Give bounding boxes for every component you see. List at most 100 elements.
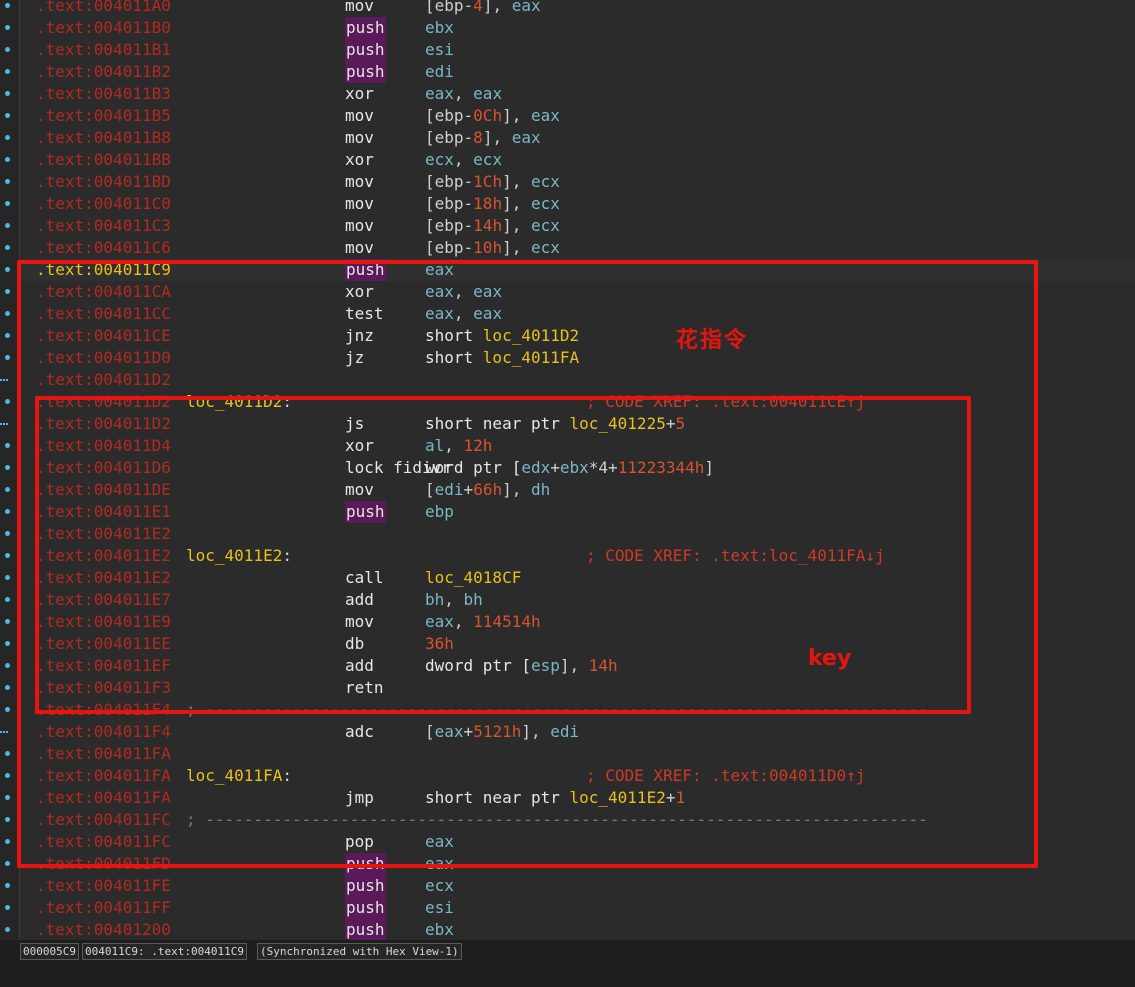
listing-line[interactable]: .text:004011FF push esi (20, 897, 1135, 919)
instruction-operands[interactable]: ebx (425, 17, 454, 39)
line-address[interactable]: .text:004011FA (36, 787, 171, 809)
listing-line[interactable]: .text:004011D2 js short near ptr loc_40122… (20, 413, 1135, 435)
line-address[interactable]: .text:004011D6 (36, 457, 171, 479)
listing-line[interactable]: .text:004011DE mov [edi+66h], dh (20, 479, 1135, 501)
listing-line[interactable]: .text:004011CE jnz short loc_4011D2 (20, 325, 1135, 347)
line-address[interactable]: .text:004011E2 (36, 545, 171, 567)
instruction-mnemonic[interactable]: mov (345, 479, 374, 501)
listing-line[interactable]: .text:004011B5 mov [ebp-0Ch], eax (20, 105, 1135, 127)
instruction-operands[interactable]: short loc_4011FA (425, 347, 579, 369)
line-address[interactable]: .text:004011FA (36, 765, 171, 787)
line-address[interactable]: .text:004011B3 (36, 83, 171, 105)
instruction-mnemonic[interactable]: mov (345, 193, 374, 215)
listing-line[interactable]: .text:004011E7 add bh, bh (20, 589, 1135, 611)
line-address[interactable]: .text:004011BD (36, 171, 171, 193)
line-address[interactable]: .text:004011B8 (36, 127, 171, 149)
line-address[interactable]: .text:004011FD (36, 853, 171, 875)
line-address[interactable]: .text:004011B1 (36, 39, 171, 61)
code-label[interactable]: loc_4011D2: (186, 391, 292, 413)
listing-line[interactable]: .text:004011B3 xor eax, eax (20, 83, 1135, 105)
line-address[interactable]: .text:004011C6 (36, 237, 171, 259)
instruction-operands[interactable]: [edi+66h], dh (425, 479, 550, 501)
listing-line[interactable]: .text:004011FC ; ------------------------… (20, 809, 1135, 831)
listing-line[interactable]: .text:004011FC pop eax (20, 831, 1135, 853)
instruction-operands[interactable]: eax, eax (425, 281, 502, 303)
line-address[interactable]: .text:004011A0 (36, 0, 171, 17)
line-address[interactable]: .text:004011E2 (36, 567, 171, 589)
instruction-mnemonic[interactable]: mov (345, 105, 374, 127)
instruction-operands[interactable]: ecx (425, 875, 454, 897)
listing-line[interactable]: .text:004011E2 (20, 523, 1135, 545)
instruction-operands[interactable]: [ebp-18h], ecx (425, 193, 560, 215)
listing-line[interactable]: .text:004011FD push eax (20, 853, 1135, 875)
listing-line[interactable]: .text:004011D4 xor al, 12h (20, 435, 1135, 457)
listing-line[interactable]: .text:004011FA jmp short near ptr loc_4011… (20, 787, 1135, 809)
listing-line[interactable]: .text:004011D2 loc_4011D2: ; CODE XREF: .t… (20, 391, 1135, 413)
instruction-mnemonic[interactable]: test (345, 303, 384, 325)
line-address[interactable]: .text:004011E1 (36, 501, 171, 523)
listing-line[interactable]: .text:004011E9 mov eax, 114514h (20, 611, 1135, 633)
code-label[interactable]: loc_4011E2: (186, 545, 292, 567)
instruction-operands[interactable]: eax (425, 831, 454, 853)
listing-line[interactable]: .text:004011C0 mov [ebp-18h], ecx (20, 193, 1135, 215)
instruction-mnemonic[interactable]: db (345, 633, 364, 655)
instruction-mnemonic[interactable]: mov (345, 611, 374, 633)
instruction-operands[interactable]: short loc_4011D2 (425, 325, 579, 347)
instruction-operands[interactable]: [ebp-10h], ecx (425, 237, 560, 259)
instruction-operands[interactable]: eax (425, 853, 454, 875)
instruction-operands[interactable]: loc_4018CF (425, 567, 521, 589)
instruction-mnemonic[interactable]: mov (345, 0, 374, 17)
instruction-mnemonic[interactable]: call (345, 567, 384, 589)
instruction-operands[interactable]: 36h (425, 633, 454, 655)
instruction-operands[interactable]: [ebp-14h], ecx (425, 215, 560, 237)
instruction-mnemonic[interactable]: mov (345, 215, 374, 237)
listing-line[interactable]: .text:00401200 push ebx (20, 919, 1135, 940)
instruction-operands[interactable]: word ptr [edx+ebx*4+11223344h] (425, 457, 714, 479)
instruction-operands[interactable]: esi (425, 897, 454, 919)
line-address[interactable]: .text:004011F4 (36, 699, 171, 721)
listing-line[interactable]: .text:004011BB xor ecx, ecx (20, 149, 1135, 171)
instruction-mnemonic[interactable]: push (345, 853, 386, 875)
instruction-operands[interactable]: [ebp-8], eax (425, 127, 541, 149)
listing-line[interactable]: .text:004011F4 ; ------------------------… (20, 699, 1135, 721)
line-address[interactable]: .text:004011C3 (36, 215, 171, 237)
line-address[interactable]: .text:004011B5 (36, 105, 171, 127)
line-address[interactable]: .text:004011E7 (36, 589, 171, 611)
line-address[interactable]: .text:004011FC (36, 831, 171, 853)
instruction-mnemonic[interactable]: mov (345, 237, 374, 259)
instruction-mnemonic[interactable]: xor (345, 435, 374, 457)
listing-line[interactable]: .text:004011FA (20, 743, 1135, 765)
instruction-operands[interactable]: eax, 114514h (425, 611, 541, 633)
instruction-mnemonic[interactable]: push (345, 39, 386, 61)
instruction-operands[interactable]: dword ptr [esp], 14h (425, 655, 618, 677)
line-address[interactable]: .text:004011D2 (36, 391, 171, 413)
listing-line[interactable]: .text:004011FE push ecx (20, 875, 1135, 897)
line-address[interactable]: .text:004011E9 (36, 611, 171, 633)
instruction-operands[interactable]: short near ptr loc_4011E2+1 (425, 787, 685, 809)
listing-line[interactable]: .text:004011D0 jz short loc_4011FA (20, 347, 1135, 369)
listing-line[interactable]: .text:004011B1 push esi (20, 39, 1135, 61)
line-address[interactable]: .text:004011D2 (36, 413, 171, 435)
instruction-mnemonic[interactable]: push (345, 17, 386, 39)
instruction-mnemonic[interactable]: push (345, 875, 386, 897)
listing-line[interactable]: .text:004011D2 (20, 369, 1135, 391)
instruction-mnemonic[interactable]: pop (345, 831, 374, 853)
line-address[interactable]: .text:004011FE (36, 875, 171, 897)
instruction-operands[interactable]: eax, eax (425, 303, 502, 325)
instruction-operands[interactable]: [eax+5121h], edi (425, 721, 579, 743)
instruction-operands[interactable]: short near ptr loc_401225+5 (425, 413, 685, 435)
line-address[interactable]: .text:004011B0 (36, 17, 171, 39)
disassembly-listing[interactable]: .text:004011A0 mov [ebp-4], eax .text:00401… (20, 0, 1135, 940)
listing-line[interactable]: .text:004011A0 mov [ebp-4], eax (20, 0, 1135, 17)
line-address[interactable]: .text:004011FF (36, 897, 171, 919)
listing-line[interactable]: .text:004011B8 mov [ebp-8], eax (20, 127, 1135, 149)
listing-line[interactable]: .text:004011BD mov [ebp-1Ch], ecx (20, 171, 1135, 193)
line-address[interactable]: .text:004011FC (36, 809, 171, 831)
line-address[interactable]: .text:004011FA (36, 743, 171, 765)
xref-comment[interactable]: ; CODE XREF: .text:loc_4011FA↓j (586, 545, 885, 567)
listing-line[interactable]: .text:004011D6 lock fidivr word ptr [edx+e… (20, 457, 1135, 479)
listing-line[interactable]: .text:004011B2 push edi (20, 61, 1135, 83)
instruction-mnemonic[interactable]: push (345, 919, 386, 940)
line-address[interactable]: .text:004011D0 (36, 347, 171, 369)
listing-line[interactable]: .text:004011C3 mov [ebp-14h], ecx (20, 215, 1135, 237)
